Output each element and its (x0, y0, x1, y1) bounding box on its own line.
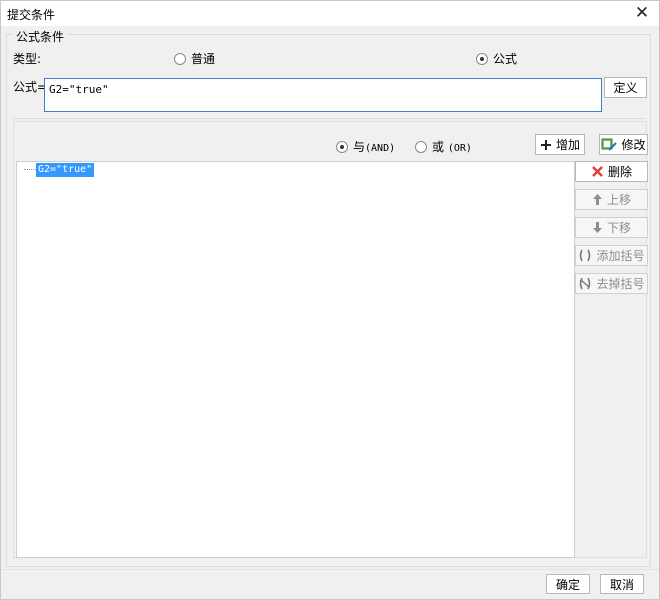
title-bar[interactable]: 提交条件 ✕ (1, 1, 659, 26)
delete-button-label: 删除 (607, 165, 632, 179)
submit-condition-dialog: 提交条件 ✕ 公式条件 类型: 普通 公式 公式= G2="true" 定义 与… (0, 0, 660, 600)
close-icon[interactable]: ✕ (631, 3, 653, 23)
formula-label: 公式= (13, 80, 48, 94)
radio-or-label: 或 (OR) (432, 138, 472, 155)
modify-button[interactable]: 修改 (599, 134, 648, 155)
move-up-button-label: 上移 (606, 193, 631, 207)
define-button[interactable]: 定义 (604, 77, 647, 98)
radio-or[interactable]: 或 (OR) (415, 138, 472, 155)
separator (13, 118, 646, 119)
add-bracket-button-label: 添加括号 (596, 249, 645, 263)
plus-icon (540, 139, 552, 151)
group-legend: 公式条件 (13, 28, 68, 45)
move-down-button[interactable]: 下移 (575, 217, 648, 238)
edit-icon (601, 138, 618, 152)
radio-and[interactable]: 与(AND) (336, 138, 395, 155)
type-label: 类型: (13, 52, 42, 66)
remove-bracket-button[interactable]: 去掉括号 (575, 273, 648, 294)
footer-divider (1, 569, 659, 570)
radio-or-circle[interactable] (415, 140, 427, 153)
tree-connector (24, 169, 36, 170)
ok-button[interactable]: 确定 (546, 574, 590, 594)
remove-bracket-button-label: 去掉括号 (596, 277, 645, 291)
condition-node[interactable]: G2="true" (36, 163, 95, 177)
cancel-button[interactable]: 取消 (600, 574, 644, 594)
modify-button-label: 修改 (621, 138, 646, 152)
add-bracket-button[interactable]: 添加括号 (575, 245, 648, 266)
radio-normal[interactable]: 普通 (174, 50, 215, 67)
or-label-text: 或 (432, 140, 445, 154)
add-button[interactable]: 增加 (535, 134, 585, 155)
delete-button[interactable]: 删除 (575, 161, 648, 182)
remove-parentheses-icon (578, 277, 592, 290)
radio-and-circle[interactable] (336, 140, 348, 153)
condition-tree[interactable]: G2="true" (16, 161, 575, 558)
arrow-up-icon (592, 193, 603, 206)
radio-and-label: 与(AND) (353, 138, 395, 155)
and-code-text: (AND) (365, 143, 396, 154)
radio-formula-label: 公式 (493, 52, 518, 66)
move-up-button[interactable]: 上移 (575, 189, 648, 210)
arrow-down-icon (592, 221, 603, 234)
radio-formula[interactable]: 公式 (476, 50, 517, 67)
radio-formula-circle[interactable] (476, 52, 488, 65)
or-code-text: (OR) (447, 143, 472, 154)
window-title: 提交条件 (7, 8, 56, 22)
parentheses-icon (578, 249, 592, 262)
formula-input[interactable]: G2="true" (44, 78, 602, 112)
delete-icon (591, 165, 604, 178)
radio-normal-label: 普通 (191, 52, 216, 66)
and-label-text: 与 (353, 140, 366, 154)
add-button-label: 增加 (555, 138, 580, 152)
radio-normal-circle[interactable] (174, 52, 186, 65)
move-down-button-label: 下移 (606, 221, 631, 235)
